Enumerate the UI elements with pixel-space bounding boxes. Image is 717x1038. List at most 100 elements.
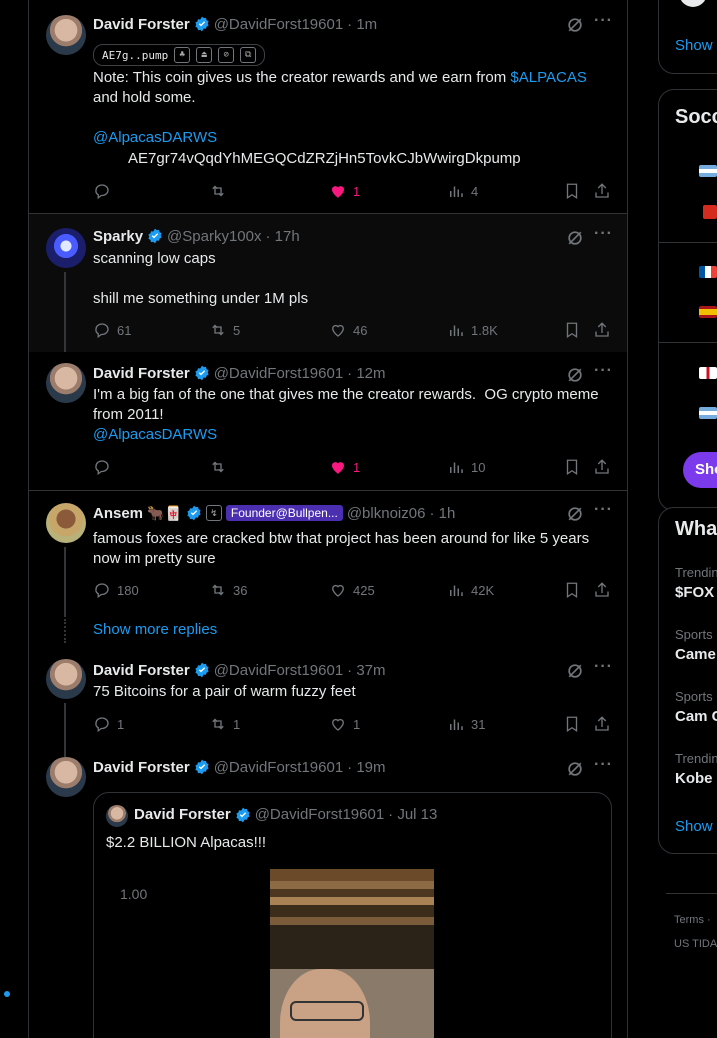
grok-icon[interactable]	[565, 661, 585, 681]
reply-button[interactable]	[93, 182, 117, 200]
quoted-header: David Forster @DavidForst19601 · Jul 13	[134, 806, 437, 823]
england-flag-icon	[699, 367, 717, 379]
avatar[interactable]	[46, 228, 86, 268]
like-button[interactable]: 425	[329, 581, 375, 599]
repost-button[interactable]: 36	[209, 581, 247, 599]
views-button[interactable]: 31	[447, 715, 485, 733]
grok-icon[interactable]	[565, 15, 585, 35]
tweet[interactable]: David Forster @DavidForst19601 · 12m ···…	[29, 352, 627, 490]
grok-icon[interactable]	[565, 759, 585, 779]
author-name[interactable]: David Forster	[93, 365, 190, 382]
repost-button[interactable]	[209, 182, 233, 200]
share-icon	[595, 459, 609, 474]
bookmark-button[interactable]	[563, 458, 581, 476]
avatar[interactable]	[46, 363, 86, 403]
show-more-link[interactable]: Show	[675, 37, 713, 54]
mention-link[interactable]: @AlpacasDARWS	[93, 129, 217, 146]
trend-title[interactable]: $FOX	[675, 584, 714, 601]
like-button[interactable]: 1	[329, 182, 360, 200]
more-options-icon[interactable]: ···	[594, 362, 613, 380]
avatar[interactable]	[46, 15, 86, 55]
avatar[interactable]	[46, 503, 86, 543]
tweet[interactable]: David Forster @DavidForst19601 · 1m ··· …	[29, 0, 627, 213]
conversation-feed: David Forster @DavidForst19601 · 1m ··· …	[28, 0, 628, 1038]
bookmark-button[interactable]	[563, 715, 581, 733]
show-more-replies-link[interactable]: Show more replies	[93, 621, 217, 638]
author-name[interactable]: Sparky	[93, 228, 143, 245]
repost-icon	[212, 584, 224, 596]
repost-count: 1	[233, 716, 241, 732]
like-button[interactable]: 1	[329, 458, 360, 476]
author-handle[interactable]: @DavidForst19601	[214, 16, 343, 33]
heart-filled-icon	[332, 462, 344, 474]
tweet[interactable]: Ansem 🐂🀄 ↯ Founder@Bullpen... @blknoiz06…	[29, 491, 627, 649]
author-name[interactable]: David Forster	[93, 759, 190, 776]
timestamp[interactable]: · 17h	[266, 228, 300, 245]
repost-button[interactable]: 5	[209, 321, 240, 339]
tweet[interactable]: David Forster @DavidForst19601 · 19m ···…	[29, 747, 627, 1038]
show-button[interactable]: Sho	[683, 452, 717, 488]
reply-button[interactable]: 1	[93, 715, 124, 733]
more-options-icon[interactable]: ···	[594, 12, 613, 30]
author-handle[interactable]: @DavidForst19601	[214, 662, 343, 679]
timestamp[interactable]: · 1h	[429, 505, 455, 522]
reply-button[interactable]: 180	[93, 581, 139, 599]
author-name[interactable]: Ansem	[93, 505, 143, 522]
author-handle[interactable]: @Sparky100x	[167, 228, 261, 245]
bookmark-button[interactable]	[563, 581, 581, 599]
views-button[interactable]: 10	[447, 458, 485, 476]
tweet[interactable]: David Forster @DavidForst19601 · 37m ···…	[29, 649, 627, 757]
share-button[interactable]	[593, 715, 611, 733]
like-button[interactable]: 46	[329, 321, 367, 339]
terms-link[interactable]: Terms ·	[674, 914, 711, 926]
bookmark-button[interactable]	[563, 182, 581, 200]
token-chip[interactable]: AE7g..pump ♣ ⏏ ⊘ ⧉	[93, 44, 266, 66]
bookmark-button[interactable]	[563, 321, 581, 339]
reply-button[interactable]	[93, 458, 117, 476]
views-button[interactable]: 1.8K	[447, 321, 498, 339]
share-button[interactable]	[593, 321, 611, 339]
quoted-tweet-card[interactable]: David Forster @DavidForst19601 · Jul 13 …	[93, 792, 612, 1038]
grok-icon[interactable]	[565, 228, 585, 248]
timestamp[interactable]: · 37m	[347, 662, 385, 679]
affiliation-tag[interactable]: Founder@Bullpen...	[225, 505, 343, 521]
verified-badge-icon	[195, 16, 209, 32]
views-button[interactable]: 4	[447, 182, 478, 200]
author-handle[interactable]: @blknoiz06	[347, 505, 426, 522]
more-options-icon[interactable]: ···	[594, 501, 613, 519]
trend-title[interactable]: Kobe S	[675, 770, 717, 787]
trend-title[interactable]: Cam C	[675, 708, 717, 725]
name-emoji: 🐂🀄	[147, 504, 182, 521]
trend-title[interactable]: Came	[675, 646, 716, 663]
repost-button[interactable]: 1	[209, 715, 240, 733]
grok-icon[interactable]	[565, 365, 585, 385]
quoted-photo[interactable]	[270, 869, 434, 1038]
tweet[interactable]: Sparky @Sparky100x · 17h ··· scanning lo…	[29, 214, 627, 352]
share-button[interactable]	[593, 182, 611, 200]
share-button[interactable]	[593, 458, 611, 476]
avatar[interactable]	[46, 757, 86, 797]
quoted-avatar	[106, 805, 128, 827]
cashtag-link[interactable]: $ALPACAS	[510, 69, 586, 86]
show-more-link[interactable]: Show	[675, 818, 713, 835]
like-button[interactable]: 1	[329, 715, 360, 733]
more-options-icon[interactable]: ···	[594, 658, 613, 676]
share-button[interactable]	[593, 581, 611, 599]
affiliate-logo-icon[interactable]: ↯	[205, 505, 222, 521]
timestamp[interactable]: · 1m	[347, 16, 377, 33]
timestamp[interactable]: · 19m	[347, 759, 385, 776]
avatar[interactable]	[46, 659, 86, 699]
more-options-icon[interactable]: ···	[594, 225, 613, 243]
grok-icon[interactable]	[565, 504, 585, 524]
repost-button[interactable]	[209, 458, 233, 476]
more-options-icon[interactable]: ···	[594, 756, 613, 774]
plant-icon: ♣	[174, 47, 191, 63]
views-button[interactable]: 42K	[447, 581, 494, 599]
author-name[interactable]: David Forster	[93, 662, 190, 679]
author-name[interactable]: David Forster	[93, 16, 190, 33]
reply-button[interactable]: 61	[93, 321, 131, 339]
timestamp[interactable]: · 12m	[347, 365, 385, 382]
author-handle[interactable]: @DavidForst19601	[214, 365, 343, 382]
author-handle[interactable]: @DavidForst19601	[214, 759, 343, 776]
mention-link[interactable]: @AlpacasDARWS	[93, 426, 217, 443]
